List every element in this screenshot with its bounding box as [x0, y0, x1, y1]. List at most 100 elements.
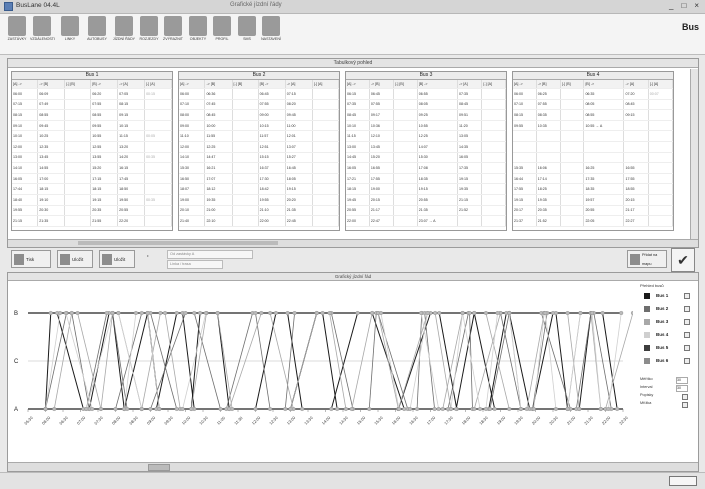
table-cell[interactable]	[560, 141, 585, 153]
toolbar-lines-button[interactable]: LINKY	[58, 16, 82, 52]
table-cell[interactable]	[560, 173, 585, 185]
column-header[interactable]: -> [A]	[285, 80, 313, 89]
table-cell[interactable]	[312, 120, 339, 132]
table-cell[interactable]: 10:00	[204, 120, 233, 132]
table-cell[interactable]	[64, 141, 92, 153]
table-cell[interactable]: 08:15	[513, 109, 537, 121]
table-cell[interactable]	[312, 130, 339, 142]
table-cell[interactable]	[64, 130, 92, 142]
table-cell[interactable]: 16:06	[536, 162, 562, 174]
table-cell[interactable]: 08:45	[457, 99, 483, 111]
table-row[interactable]: 06:00 06:36 06:45 07:15	[179, 88, 339, 100]
table-cell[interactable]	[393, 215, 418, 227]
table-cell[interactable]	[393, 109, 418, 121]
table-cell[interactable]: 19:35	[536, 194, 562, 206]
table-cell[interactable]	[393, 88, 418, 100]
column-header[interactable]: [-] [A]	[144, 80, 172, 89]
table-cell[interactable]	[232, 152, 259, 164]
table-cell[interactable]: 15:20	[90, 162, 119, 174]
table-row[interactable]: 21:40 22:10 22:00 22:45	[179, 215, 339, 227]
table-cell[interactable]	[648, 173, 673, 185]
table-cell[interactable]	[312, 205, 339, 217]
table-cell[interactable]	[64, 99, 92, 111]
table-row[interactable]: 15:35 16:06 16:25 16:55	[513, 162, 673, 174]
table-cell[interactable]: 07:35	[457, 88, 483, 100]
table-cell[interactable]	[144, 141, 172, 153]
table-cell[interactable]: 21:55	[90, 215, 119, 227]
table-cell[interactable]	[312, 109, 339, 121]
table-cell[interactable]: 21:40	[179, 215, 206, 227]
table-row[interactable]: 07:15 07:49 07:55 08:15	[12, 99, 172, 111]
toolbar-profile-button[interactable]: PROFIL	[210, 16, 234, 52]
column-header[interactable]: -> [A]	[117, 80, 146, 89]
table-cell[interactable]	[536, 152, 562, 164]
table-cell[interactable]	[648, 215, 673, 227]
table-cell[interactable]	[232, 194, 259, 206]
table-cell[interactable]: 20:20	[285, 194, 313, 206]
table-cell[interactable]: 16:37	[258, 162, 286, 174]
table-row[interactable]: 11:10 11:55 11:57 12:01	[179, 130, 339, 142]
toolbar-sms-button[interactable]: SMS	[235, 16, 259, 52]
table-cell[interactable]	[64, 152, 92, 164]
table-cell[interactable]: 08:45	[623, 99, 649, 111]
table-row[interactable]: 07:35 07:55 08:05 08:45	[346, 99, 506, 111]
table-row[interactable]: 06:00 06:09 06:20 07:05 00:15	[12, 88, 172, 100]
table-row[interactable]: 19:55 20:30 20:35 20:55	[12, 205, 172, 217]
table-cell[interactable]	[393, 99, 418, 111]
table-cell[interactable]	[312, 88, 339, 100]
table-cell[interactable]: 00:15	[144, 88, 172, 100]
table-cell[interactable]	[481, 162, 506, 174]
column-header[interactable]: [-] [B]	[232, 80, 259, 89]
table-cell[interactable]: 06:20	[90, 88, 119, 100]
table-cell[interactable]: 07:10	[513, 99, 537, 111]
table-cell[interactable]	[513, 130, 537, 142]
legend-checkbox[interactable]	[684, 332, 690, 338]
table-cell[interactable]: 00:05	[144, 130, 172, 142]
table-cell[interactable]	[64, 194, 92, 206]
table-cell[interactable]: 16:55	[623, 162, 649, 174]
column-header[interactable]: -> [B]	[369, 80, 395, 89]
table-cell[interactable]: 08:55	[90, 109, 119, 121]
table-cell[interactable]: 06:45	[258, 88, 286, 100]
legend-item[interactable]: Bus 1	[640, 291, 696, 304]
table-cell[interactable]: 16:05	[457, 152, 483, 164]
table-cell[interactable]	[481, 194, 506, 206]
timetable-horizontal-scrollbar[interactable]	[8, 239, 698, 247]
table-cell[interactable]: 06:25	[536, 88, 562, 100]
table-cell[interactable]: 23:07 → A	[417, 215, 459, 227]
column-header[interactable]: [A] ->	[346, 80, 370, 89]
toolbar-highlight-button[interactable]: ZVÝRAZNIT	[161, 16, 185, 52]
toolbar-stops-button[interactable]: ZASTÁVKY	[5, 16, 29, 52]
table-cell[interactable]	[232, 183, 259, 195]
table-cell[interactable]: 22:00	[346, 215, 370, 227]
table-cell[interactable]: 18:42	[258, 183, 286, 195]
table-cell[interactable]: 13:45	[37, 152, 66, 164]
table-cell[interactable]: 10:15	[117, 120, 146, 132]
table-row[interactable]: 13:00 13:45 14:07 14:35	[346, 141, 506, 153]
column-header[interactable]: [A] ->	[513, 80, 537, 89]
table-cell[interactable]: 08:45	[346, 109, 370, 121]
table-cell[interactable]: 16:15	[117, 162, 146, 174]
table-cell[interactable]	[583, 130, 625, 142]
legend-checkbox[interactable]	[684, 293, 690, 299]
confirm-button[interactable]: ✔	[671, 248, 695, 272]
table-cell[interactable]: 10:35	[536, 120, 562, 132]
table-cell[interactable]: 11:20	[457, 120, 483, 132]
table-cell[interactable]: 16:50	[179, 173, 206, 185]
legend-checkbox[interactable]	[684, 319, 690, 325]
table-row[interactable]: 20:55 21:17 21:35 21:52	[346, 205, 506, 217]
table-cell[interactable]: 14:45	[346, 152, 370, 164]
legend-checkbox[interactable]	[684, 358, 690, 364]
table-cell[interactable]	[648, 141, 673, 153]
table-cell[interactable]: 18:25	[536, 183, 562, 195]
table-row[interactable]: 19:45 20:15 20:55 21:15	[346, 194, 506, 206]
table-cell[interactable]: 20:17	[513, 205, 537, 217]
table-cell[interactable]	[393, 173, 418, 185]
table-row[interactable]	[513, 130, 673, 142]
table-cell[interactable]: 06:00	[513, 88, 537, 100]
table-cell[interactable]	[232, 109, 259, 121]
table-cell[interactable]	[623, 130, 649, 142]
table-cell[interactable]: 17:14	[536, 173, 562, 185]
add-to-map-button[interactable]: Přidat na mapu	[627, 250, 667, 268]
table-cell[interactable]: 13:05	[457, 130, 483, 142]
